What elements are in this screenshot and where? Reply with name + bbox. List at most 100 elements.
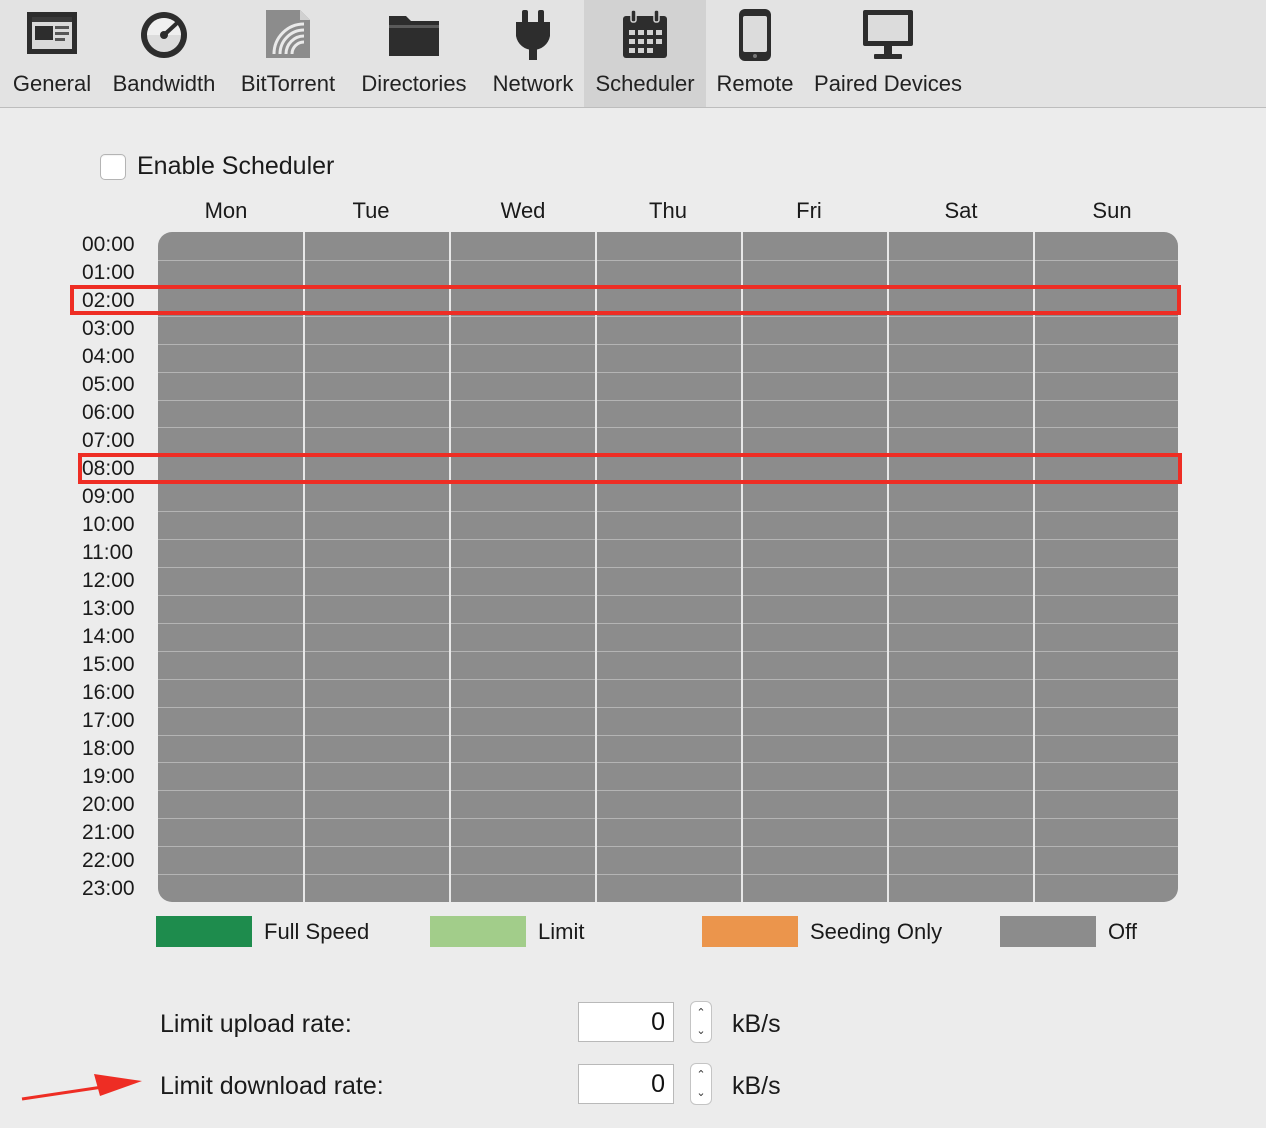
- schedule-cell[interactable]: [888, 623, 1034, 651]
- schedule-cell[interactable]: [1034, 372, 1178, 400]
- schedule-cell[interactable]: [596, 846, 742, 874]
- schedule-cell[interactable]: [596, 735, 742, 763]
- download-rate-stepper[interactable]: ⌃ ⌄: [690, 1063, 712, 1105]
- download-rate-input[interactable]: [578, 1064, 674, 1104]
- schedule-cell[interactable]: [888, 846, 1034, 874]
- upload-rate-stepper[interactable]: ⌃ ⌄: [690, 1001, 712, 1043]
- schedule-cell[interactable]: [158, 707, 304, 735]
- schedule-cell[interactable]: [742, 372, 888, 400]
- schedule-cell[interactable]: [888, 790, 1034, 818]
- schedule-cell[interactable]: [1034, 707, 1178, 735]
- schedule-cell[interactable]: [450, 400, 596, 428]
- schedule-cell[interactable]: [158, 790, 304, 818]
- schedule-cell[interactable]: [888, 595, 1034, 623]
- schedule-cell[interactable]: [1034, 427, 1178, 455]
- schedule-cell[interactable]: [596, 567, 742, 595]
- schedule-cell[interactable]: [450, 762, 596, 790]
- tab-bittorrent[interactable]: BitTorrent: [228, 0, 348, 107]
- schedule-cell[interactable]: [450, 735, 596, 763]
- schedule-cell[interactable]: [158, 735, 304, 763]
- schedule-cell[interactable]: [1034, 762, 1178, 790]
- schedule-cell[interactable]: [596, 762, 742, 790]
- tab-paired-devices[interactable]: Paired Devices: [806, 0, 970, 107]
- schedule-cell[interactable]: [596, 818, 742, 846]
- schedule-cell[interactable]: [158, 260, 304, 288]
- schedule-cell[interactable]: [304, 539, 450, 567]
- schedule-cell[interactable]: [888, 455, 1034, 483]
- schedule-cell[interactable]: [1034, 260, 1178, 288]
- schedule-cell[interactable]: [1034, 874, 1178, 902]
- schedule-cell[interactable]: [304, 567, 450, 595]
- schedule-cell[interactable]: [742, 539, 888, 567]
- schedule-cell[interactable]: [450, 427, 596, 455]
- schedule-cell[interactable]: [304, 623, 450, 651]
- schedule-cell[interactable]: [888, 260, 1034, 288]
- schedule-cell[interactable]: [1034, 511, 1178, 539]
- schedule-cell[interactable]: [158, 288, 304, 316]
- schedule-cell[interactable]: [888, 511, 1034, 539]
- schedule-cell[interactable]: [596, 595, 742, 623]
- schedule-cell[interactable]: [1034, 679, 1178, 707]
- schedule-cell[interactable]: [596, 539, 742, 567]
- schedule-cell[interactable]: [742, 567, 888, 595]
- schedule-cell[interactable]: [450, 511, 596, 539]
- schedule-cell[interactable]: [158, 651, 304, 679]
- schedule-cell[interactable]: [450, 595, 596, 623]
- schedule-cell[interactable]: [742, 260, 888, 288]
- schedule-cell[interactable]: [1034, 400, 1178, 428]
- schedule-cell[interactable]: [304, 735, 450, 763]
- schedule-cell[interactable]: [742, 790, 888, 818]
- schedule-cell[interactable]: [450, 707, 596, 735]
- schedule-cell[interactable]: [1034, 846, 1178, 874]
- schedule-cell[interactable]: [304, 790, 450, 818]
- schedule-cell[interactable]: [888, 818, 1034, 846]
- schedule-cell[interactable]: [888, 707, 1034, 735]
- schedule-cell[interactable]: [888, 762, 1034, 790]
- tab-network[interactable]: Network: [484, 0, 582, 107]
- schedule-cell[interactable]: [742, 316, 888, 344]
- schedule-cell[interactable]: [888, 567, 1034, 595]
- schedule-cell[interactable]: [1034, 316, 1178, 344]
- schedule-cell[interactable]: [1034, 483, 1178, 511]
- schedule-cell[interactable]: [304, 762, 450, 790]
- schedule-cell[interactable]: [158, 511, 304, 539]
- schedule-cell[interactable]: [1034, 735, 1178, 763]
- schedule-cell[interactable]: [450, 679, 596, 707]
- schedule-cell[interactable]: [888, 372, 1034, 400]
- schedule-cell[interactable]: [888, 427, 1034, 455]
- stepper-down-icon[interactable]: ⌄: [696, 1087, 705, 1099]
- schedule-cell[interactable]: [1034, 232, 1178, 260]
- schedule-cell[interactable]: [158, 567, 304, 595]
- schedule-cell[interactable]: [158, 372, 304, 400]
- tab-general[interactable]: General: [4, 0, 100, 107]
- schedule-cell[interactable]: [596, 344, 742, 372]
- schedule-cell[interactable]: [888, 539, 1034, 567]
- schedule-cell[interactable]: [742, 846, 888, 874]
- schedule-cell[interactable]: [742, 455, 888, 483]
- schedule-cell[interactable]: [450, 260, 596, 288]
- stepper-down-icon[interactable]: ⌄: [696, 1025, 705, 1037]
- schedule-cell[interactable]: [158, 427, 304, 455]
- schedule-cell[interactable]: [304, 874, 450, 902]
- schedule-cell[interactable]: [304, 679, 450, 707]
- schedule-cell[interactable]: [888, 874, 1034, 902]
- schedule-cell[interactable]: [158, 316, 304, 344]
- tab-scheduler[interactable]: Scheduler: [584, 0, 706, 107]
- schedule-cell[interactable]: [158, 455, 304, 483]
- schedule-cell[interactable]: [596, 679, 742, 707]
- enable-scheduler-checkbox[interactable]: [100, 153, 126, 180]
- schedule-cell[interactable]: [304, 483, 450, 511]
- schedule-cell[interactable]: [450, 344, 596, 372]
- schedule-cell[interactable]: [742, 818, 888, 846]
- schedule-cell[interactable]: [596, 874, 742, 902]
- enable-scheduler-label[interactable]: Enable Scheduler: [137, 152, 334, 181]
- schedule-cell[interactable]: [158, 846, 304, 874]
- schedule-cell[interactable]: [450, 874, 596, 902]
- schedule-cell[interactable]: [450, 455, 596, 483]
- schedule-cell[interactable]: [596, 511, 742, 539]
- schedule-cell[interactable]: [596, 455, 742, 483]
- schedule-cell[interactable]: [1034, 595, 1178, 623]
- schedule-cell[interactable]: [888, 316, 1034, 344]
- schedule-cell[interactable]: [304, 232, 450, 260]
- schedule-cell[interactable]: [888, 232, 1034, 260]
